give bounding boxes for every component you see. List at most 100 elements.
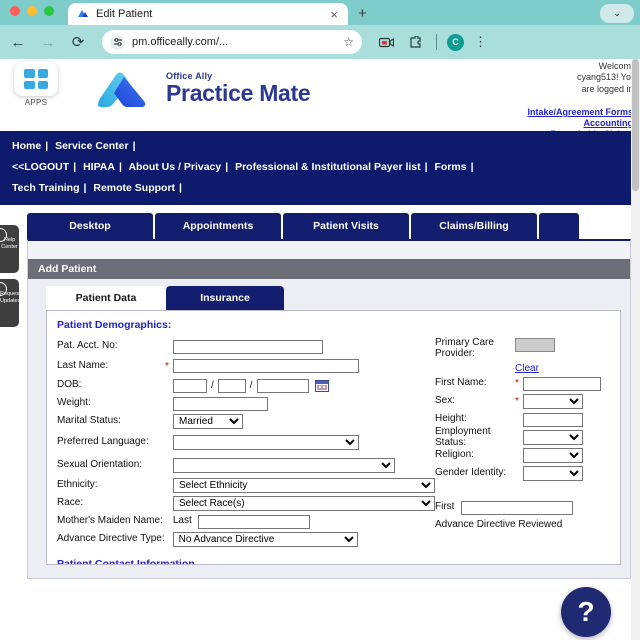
minimize-window-button[interactable] <box>27 5 37 16</box>
patient-data-form: Patient Demographics: Pat. Acct. No: Las… <box>46 310 621 565</box>
primary-care-provider-input[interactable] <box>515 338 555 352</box>
nav-row-3: Tech Training | Remote Support | <box>12 182 182 194</box>
page-scrollbar-thumb[interactable] <box>632 59 639 191</box>
tab-search-button[interactable]: ⌄ <box>600 4 634 23</box>
height-label: Height: <box>435 413 467 425</box>
back-button[interactable]: ← <box>8 32 28 52</box>
field-race: Race: Select Race(s) <box>57 495 435 512</box>
tab-appointments[interactable]: Appointments <box>155 213 281 239</box>
sexual-orientation-select[interactable] <box>173 457 395 473</box>
field-religion: Religion: <box>435 447 610 464</box>
ethnicity-select[interactable]: Select Ethnicity <box>173 478 435 493</box>
form-tabs: Patient Data Insurance <box>28 279 630 310</box>
nav-about-us-privacy[interactable]: About Us / Privacy <box>128 161 221 173</box>
dob-day-input[interactable] <box>217 378 246 393</box>
marital-status-select[interactable]: Married <box>173 414 243 429</box>
extensions-puzzle-icon[interactable] <box>406 33 426 51</box>
contact-heading: Patient Contact Information <box>57 558 195 565</box>
nav-payer-list[interactable]: Professional & Institutional Payer list <box>235 161 421 173</box>
close-window-button[interactable] <box>10 5 20 16</box>
nav-remote-support[interactable]: Remote Support <box>93 182 175 194</box>
demographics-heading: Patient Demographics: <box>57 319 172 331</box>
profile-avatar[interactable]: C <box>447 33 464 51</box>
religion-select[interactable] <box>523 448 583 463</box>
mothers-first-name-input[interactable] <box>461 500 573 515</box>
first-name-input[interactable] <box>523 376 601 391</box>
screen-recording-icon[interactable] <box>376 33 396 51</box>
mothers-first-label: First <box>435 501 455 513</box>
page-scrollbar[interactable] <box>631 59 640 640</box>
nav-forms[interactable]: Forms <box>435 161 467 173</box>
sex-select[interactable] <box>523 394 583 409</box>
employment-status-select[interactable] <box>523 430 583 445</box>
main-navigation-bar: Home | Service Center | <<LOGOUT | HIPAA | A… <box>0 131 640 205</box>
dob-separator-1: / <box>211 380 214 391</box>
nav-logout[interactable]: <<LOGOUT <box>12 161 69 173</box>
close-icon[interactable]: × <box>328 8 340 21</box>
field-mothers-first-name: First <box>435 499 610 516</box>
site-header: APPS Office Ally Practice Mate Welcome c… <box>0 59 640 149</box>
window-traffic-lights <box>10 0 54 25</box>
side-tab-rail: Help Center Request Updates <box>0 225 19 333</box>
calendar-icon[interactable] <box>314 379 329 392</box>
address-bar[interactable]: pm.officeally.com/... ☆ <box>102 30 362 54</box>
browser-menu-icon[interactable]: ⋮ <box>474 34 487 50</box>
pat-acct-no-label: Pat. Acct. No: <box>57 340 118 352</box>
pat-acct-no-input[interactable] <box>173 339 323 354</box>
height-input[interactable] <box>523 412 583 427</box>
race-select[interactable]: Select Race(s) <box>173 496 435 511</box>
tab-desktop[interactable]: Desktop <box>27 213 153 239</box>
primary-care-provider-label: Primary Care Provider: <box>435 337 494 359</box>
help-floating-button[interactable]: ? <box>561 587 611 637</box>
brand-text: Office Ally Practice Mate <box>166 71 311 105</box>
field-sexual-orientation: Sexual Orientation: <box>57 454 435 476</box>
ethnicity-label: Ethnicity: <box>57 479 98 491</box>
field-mothers-maiden-name: Mother's Maiden Name: Last <box>57 513 435 530</box>
nav-hipaa[interactable]: HIPAA <box>83 161 115 173</box>
tab-overflow[interactable] <box>539 213 579 239</box>
field-marital-status: Marital Status: Married <box>57 413 435 430</box>
tab-patient-data[interactable]: Patient Data <box>46 286 166 310</box>
advance-directive-type-select[interactable]: No Advance Directive <box>172 532 358 547</box>
sidebar-item-help-center[interactable]: Help Center <box>0 225 19 273</box>
dob-label: DOB: <box>57 379 82 391</box>
preferred-language-label: Preferred Language: <box>57 435 149 447</box>
nav-row-2: <<LOGOUT | HIPAA | About Us / Privacy | Pro… <box>12 161 474 173</box>
preferred-language-select[interactable] <box>173 434 359 450</box>
sex-required-marker: * <box>515 396 519 407</box>
new-tab-button[interactable]: + <box>358 5 367 25</box>
gender-identity-select[interactable] <box>523 466 583 481</box>
demographics-columns: Pat. Acct. No: Last Name: * DOB: / / Wei… <box>57 337 610 549</box>
sidebar-item-request-updates[interactable]: Request Updates <box>0 279 19 327</box>
browser-tab[interactable]: Edit Patient × <box>68 3 348 25</box>
clear-pcp-link[interactable]: Clear <box>515 363 539 374</box>
nav-tech-training[interactable]: Tech Training <box>12 182 79 194</box>
dob-month-input[interactable] <box>173 378 207 393</box>
browser-tab-title: Edit Patient <box>96 8 153 20</box>
mothers-last-name-input[interactable] <box>197 514 310 529</box>
field-weight: Weight: <box>57 395 435 412</box>
apps-launcher[interactable]: APPS <box>14 62 58 107</box>
site-settings-icon[interactable] <box>110 34 125 50</box>
module-tabs: Desktop Appointments Patient Visits Clai… <box>20 205 640 239</box>
tab-patient-visits[interactable]: Patient Visits <box>283 213 409 239</box>
page-body: Help Center Request Updates Desktop Appo… <box>0 205 640 596</box>
bookmark-star-icon[interactable]: ☆ <box>343 35 354 49</box>
link-accounting[interactable]: Accounting <box>527 118 634 129</box>
apps-grid-icon[interactable] <box>14 62 58 96</box>
browser-window: Edit Patient × + ⌄ ← → ⟳ pm.officeally.c… <box>0 0 640 640</box>
last-name-input[interactable] <box>173 359 359 373</box>
tab-claims-billing[interactable]: Claims/Billing <box>411 213 537 239</box>
maximize-window-button[interactable] <box>44 5 54 16</box>
field-advance-directive-type: Advance Directive Type: No Advance Direc… <box>57 531 435 548</box>
first-name-required-marker: * <box>515 378 519 389</box>
mothers-last-label: Last <box>172 515 192 527</box>
nav-home[interactable]: Home <box>12 140 41 152</box>
reload-button[interactable]: ⟳ <box>68 32 88 52</box>
link-intake-agreement-forms[interactable]: Intake/Agreement Forms <box>527 107 633 118</box>
weight-input[interactable] <box>173 396 268 411</box>
page-viewport: APPS Office Ally Practice Mate Welcome c… <box>0 59 640 640</box>
tab-insurance[interactable]: Insurance <box>166 286 284 310</box>
dob-year-input[interactable] <box>256 378 309 393</box>
nav-service-center[interactable]: Service Center <box>55 140 129 152</box>
